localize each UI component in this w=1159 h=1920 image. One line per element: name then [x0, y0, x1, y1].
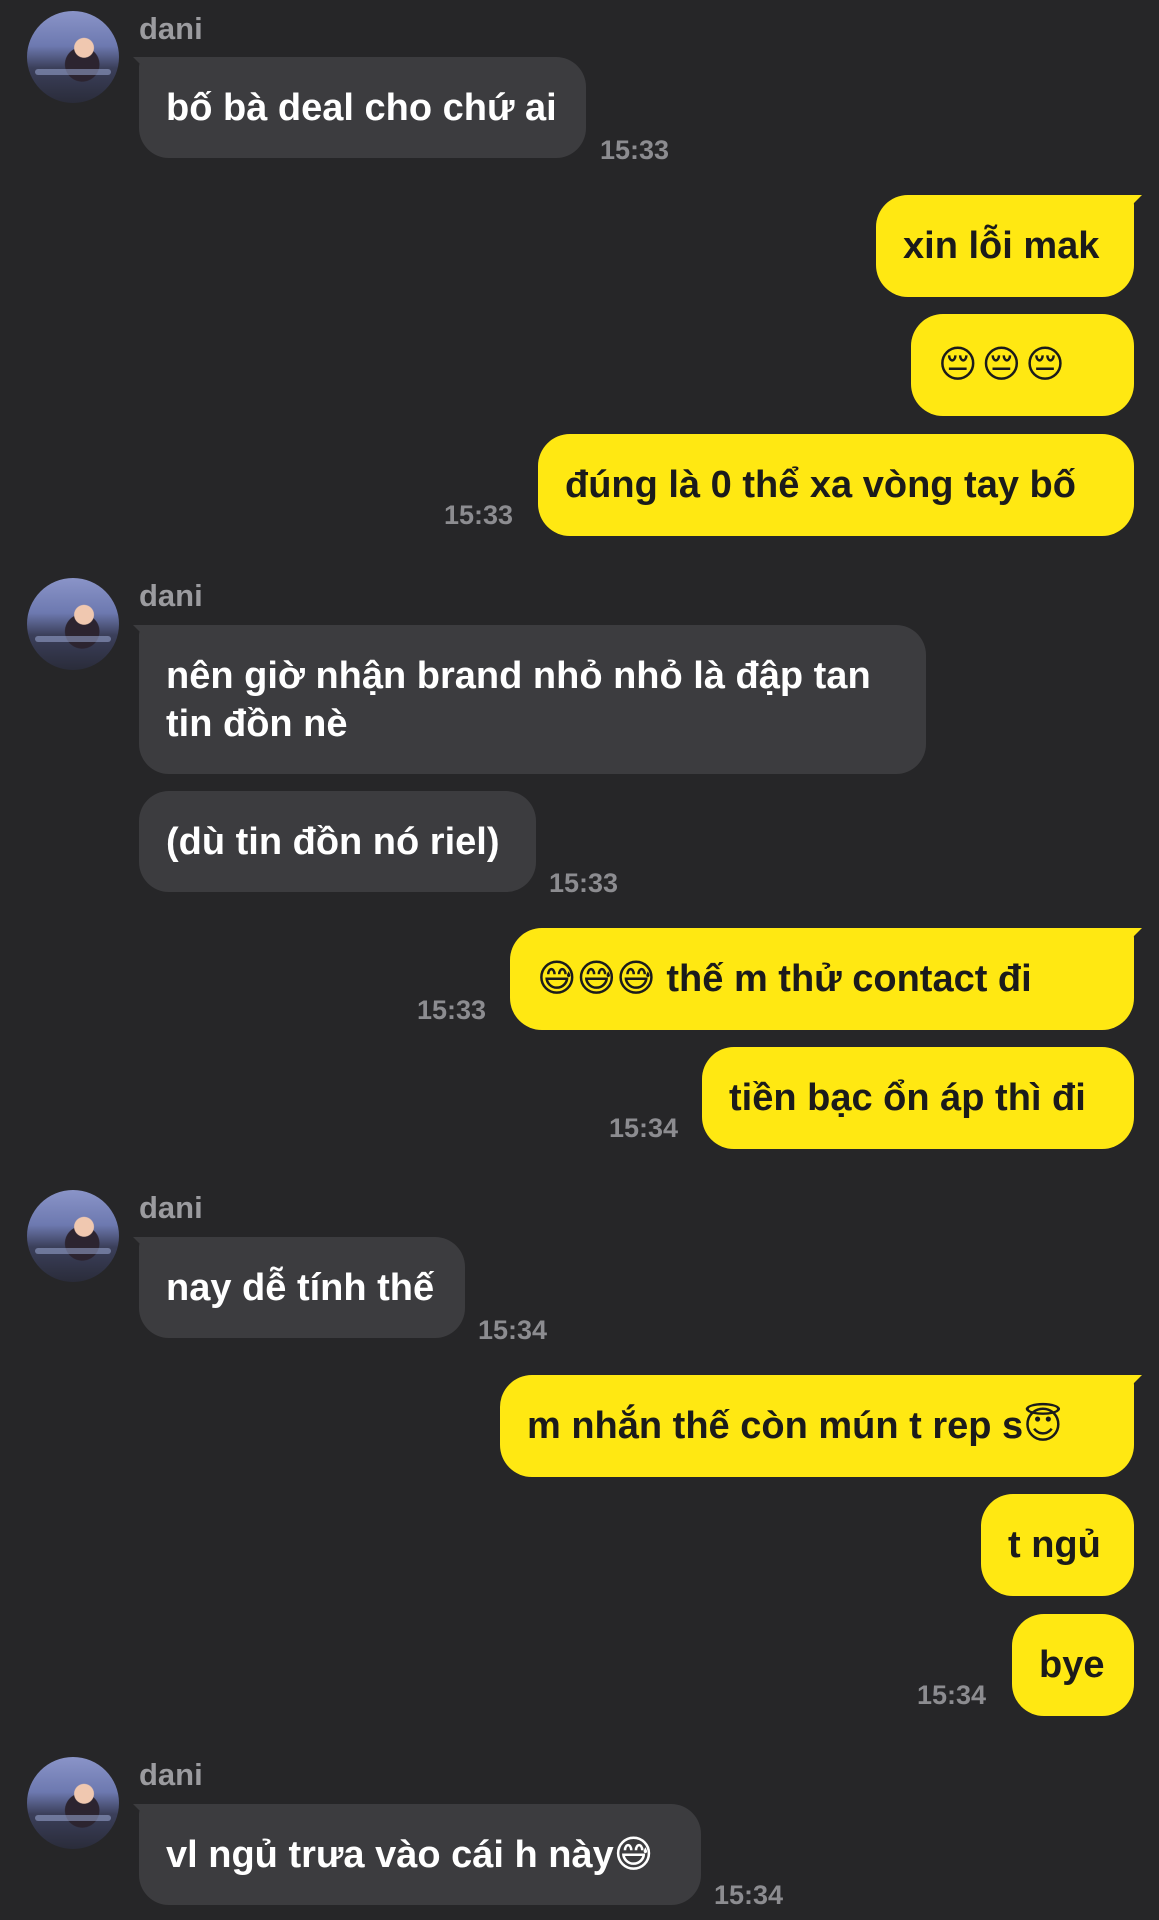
emoji-text: 😔😔😔	[938, 344, 1069, 386]
sender-name: dani	[139, 1190, 203, 1225]
message-text: vl ngủ trưa vào cái h này😅	[166, 1833, 654, 1876]
incoming-message[interactable]: (dù tin đồn nó riel)	[139, 791, 536, 892]
message-text: m nhắn thế còn mún t rep s😇	[527, 1405, 1063, 1447]
message-text: (dù tin đồn nó riel)	[166, 820, 500, 863]
outgoing-message[interactable]: bye	[1012, 1614, 1134, 1716]
contact-avatar[interactable]	[27, 11, 119, 103]
outgoing-message[interactable]: xin lỗi mak	[876, 195, 1134, 297]
message-timestamp: 15:33	[444, 500, 514, 530]
sender-name: dani	[139, 578, 203, 613]
outgoing-message[interactable]: 😔😔😔	[911, 314, 1134, 416]
message-timestamp: 15:34	[714, 1880, 784, 1910]
message-text: nay dễ tính thế	[166, 1266, 435, 1309]
message-text: đúng là 0 thể xa vòng tay bố	[565, 464, 1076, 506]
contact-avatar[interactable]	[27, 1757, 119, 1849]
message-text: bye	[1039, 1644, 1105, 1686]
message-timestamp: 15:34	[478, 1315, 548, 1345]
outgoing-message[interactable]: t ngủ	[981, 1494, 1134, 1596]
incoming-message[interactable]: nay dễ tính thế	[139, 1237, 465, 1338]
message-text: nên giờ nhận brand nhỏ nhỏ là đập tan ti…	[166, 654, 871, 745]
outgoing-message[interactable]: m nhắn thế còn mún t rep s😇	[500, 1375, 1134, 1477]
outgoing-message[interactable]: tiền bạc ổn áp thì đi	[702, 1047, 1134, 1149]
outgoing-message[interactable]: 😅😅😅 thế m thử contact đi	[510, 928, 1134, 1030]
contact-avatar[interactable]	[27, 1190, 119, 1282]
message-timestamp: 15:34	[609, 1113, 679, 1143]
message-timestamp: 15:33	[417, 995, 487, 1025]
sender-name: dani	[139, 1757, 203, 1792]
message-text: tiền bạc ổn áp thì đi	[729, 1077, 1086, 1119]
message-text: bố bà deal cho chứ ai	[166, 86, 557, 129]
outgoing-message[interactable]: đúng là 0 thể xa vòng tay bố	[538, 434, 1134, 536]
incoming-message[interactable]: vl ngủ trưa vào cái h này😅	[139, 1804, 701, 1905]
incoming-message[interactable]: nên giờ nhận brand nhỏ nhỏ là đập tan ti…	[139, 625, 926, 774]
message-timestamp: 15:33	[549, 868, 619, 898]
sender-name: dani	[139, 11, 203, 46]
incoming-message[interactable]: bố bà deal cho chứ ai	[139, 57, 586, 158]
contact-avatar[interactable]	[27, 578, 119, 670]
message-timestamp: 15:33	[600, 135, 670, 165]
message-timestamp: 15:34	[917, 1680, 987, 1710]
message-text: 😅😅😅 thế m thử contact đi	[537, 958, 1032, 1000]
message-text: t ngủ	[1008, 1524, 1101, 1566]
message-text: xin lỗi mak	[903, 225, 1100, 267]
